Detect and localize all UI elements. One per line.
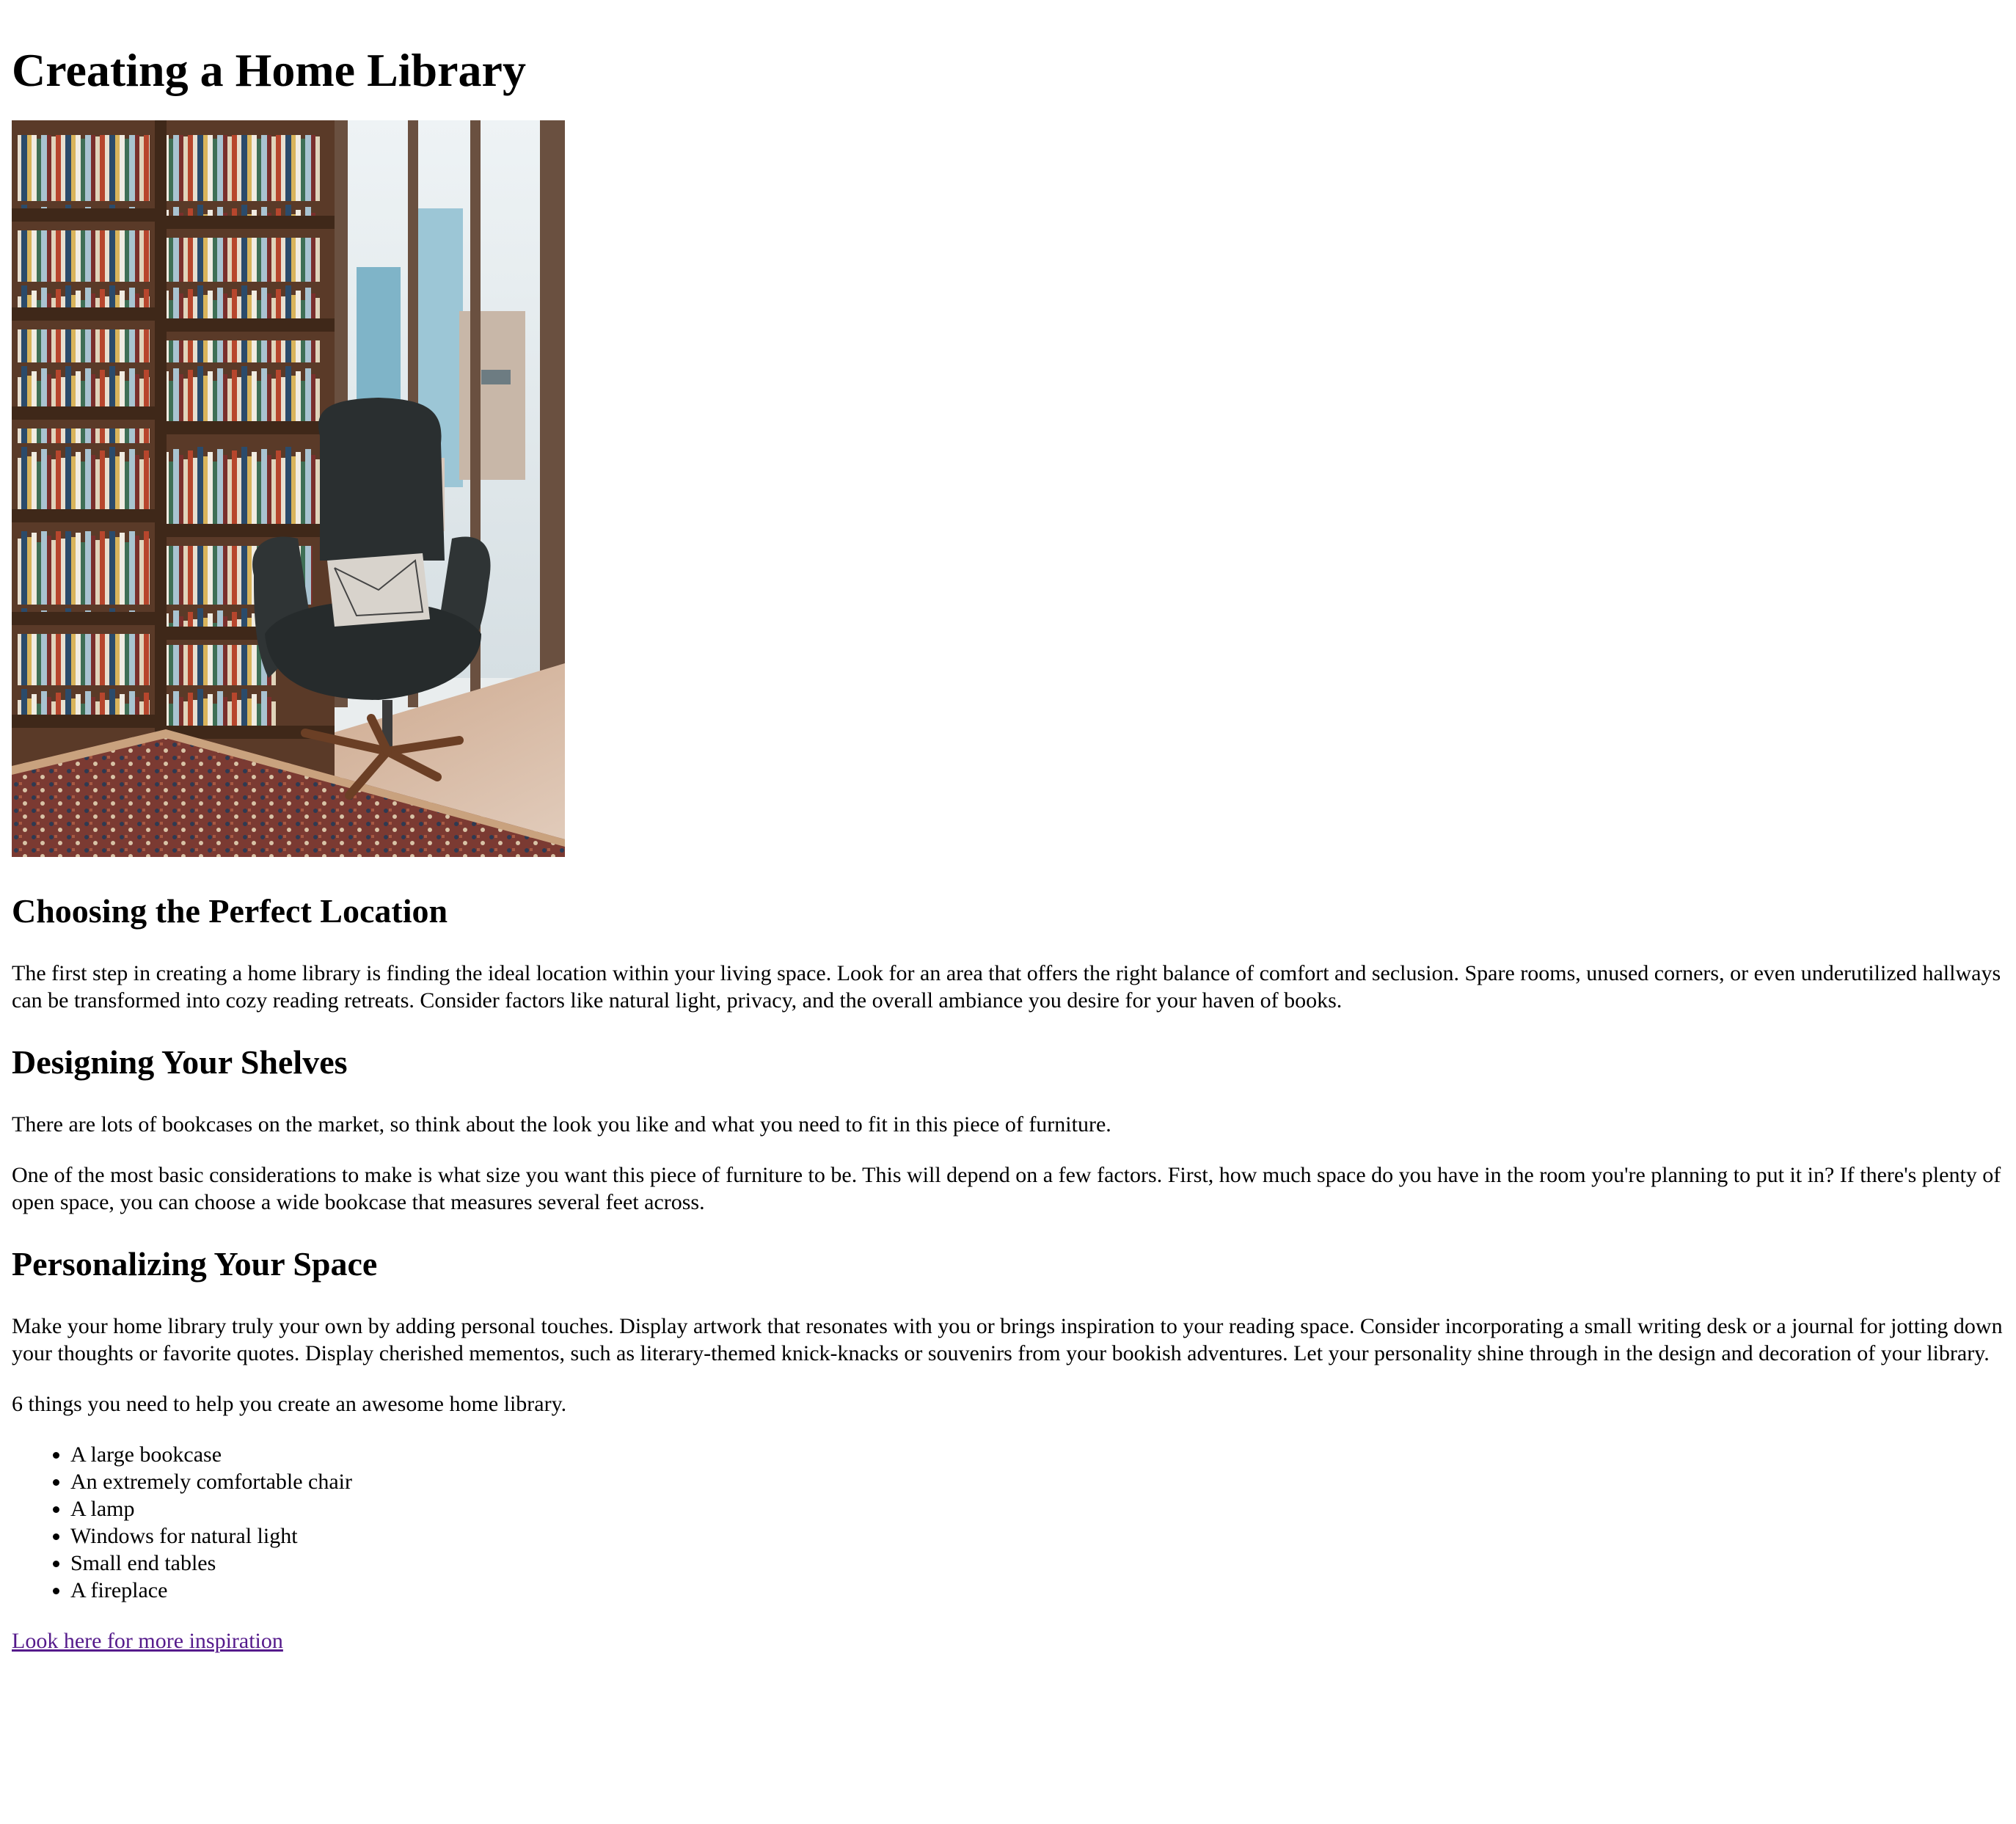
more-inspiration-link[interactable]: Look here for more inspiration [12, 1627, 283, 1655]
library-reading-chair-photo [12, 120, 565, 857]
list-item: A lamp [53, 1495, 2004, 1522]
article: Creating a Home Library Choosing the Per… [0, 43, 2004, 1655]
list-item: An extremely comfortable chair [53, 1468, 2004, 1495]
list-item: A fireplace [53, 1577, 2004, 1604]
section-paragraph: The first step in creating a home librar… [12, 961, 2001, 1013]
section-paragraph: There are lots of bookcases on the marke… [12, 1112, 1111, 1137]
section-heading-shelves: Designing Your Shelves [12, 1043, 348, 1081]
list-item: Small end tables [53, 1550, 2004, 1577]
list-intro: 6 things you need to help you create an … [12, 1392, 567, 1416]
section-heading-location: Choosing the Perfect Location [12, 892, 448, 930]
things-list: A large bookcase An extremely comfortabl… [12, 1441, 2004, 1604]
section-heading-personalizing: Personalizing Your Space [12, 1245, 378, 1283]
page-title: Creating a Home Library [12, 44, 526, 96]
list-item: Windows for natural light [53, 1522, 2004, 1550]
section-paragraph: One of the most basic considerations to … [12, 1163, 2001, 1214]
section-paragraph: Make your home library truly your own by… [12, 1314, 2003, 1365]
list-item: A large bookcase [53, 1441, 2004, 1468]
